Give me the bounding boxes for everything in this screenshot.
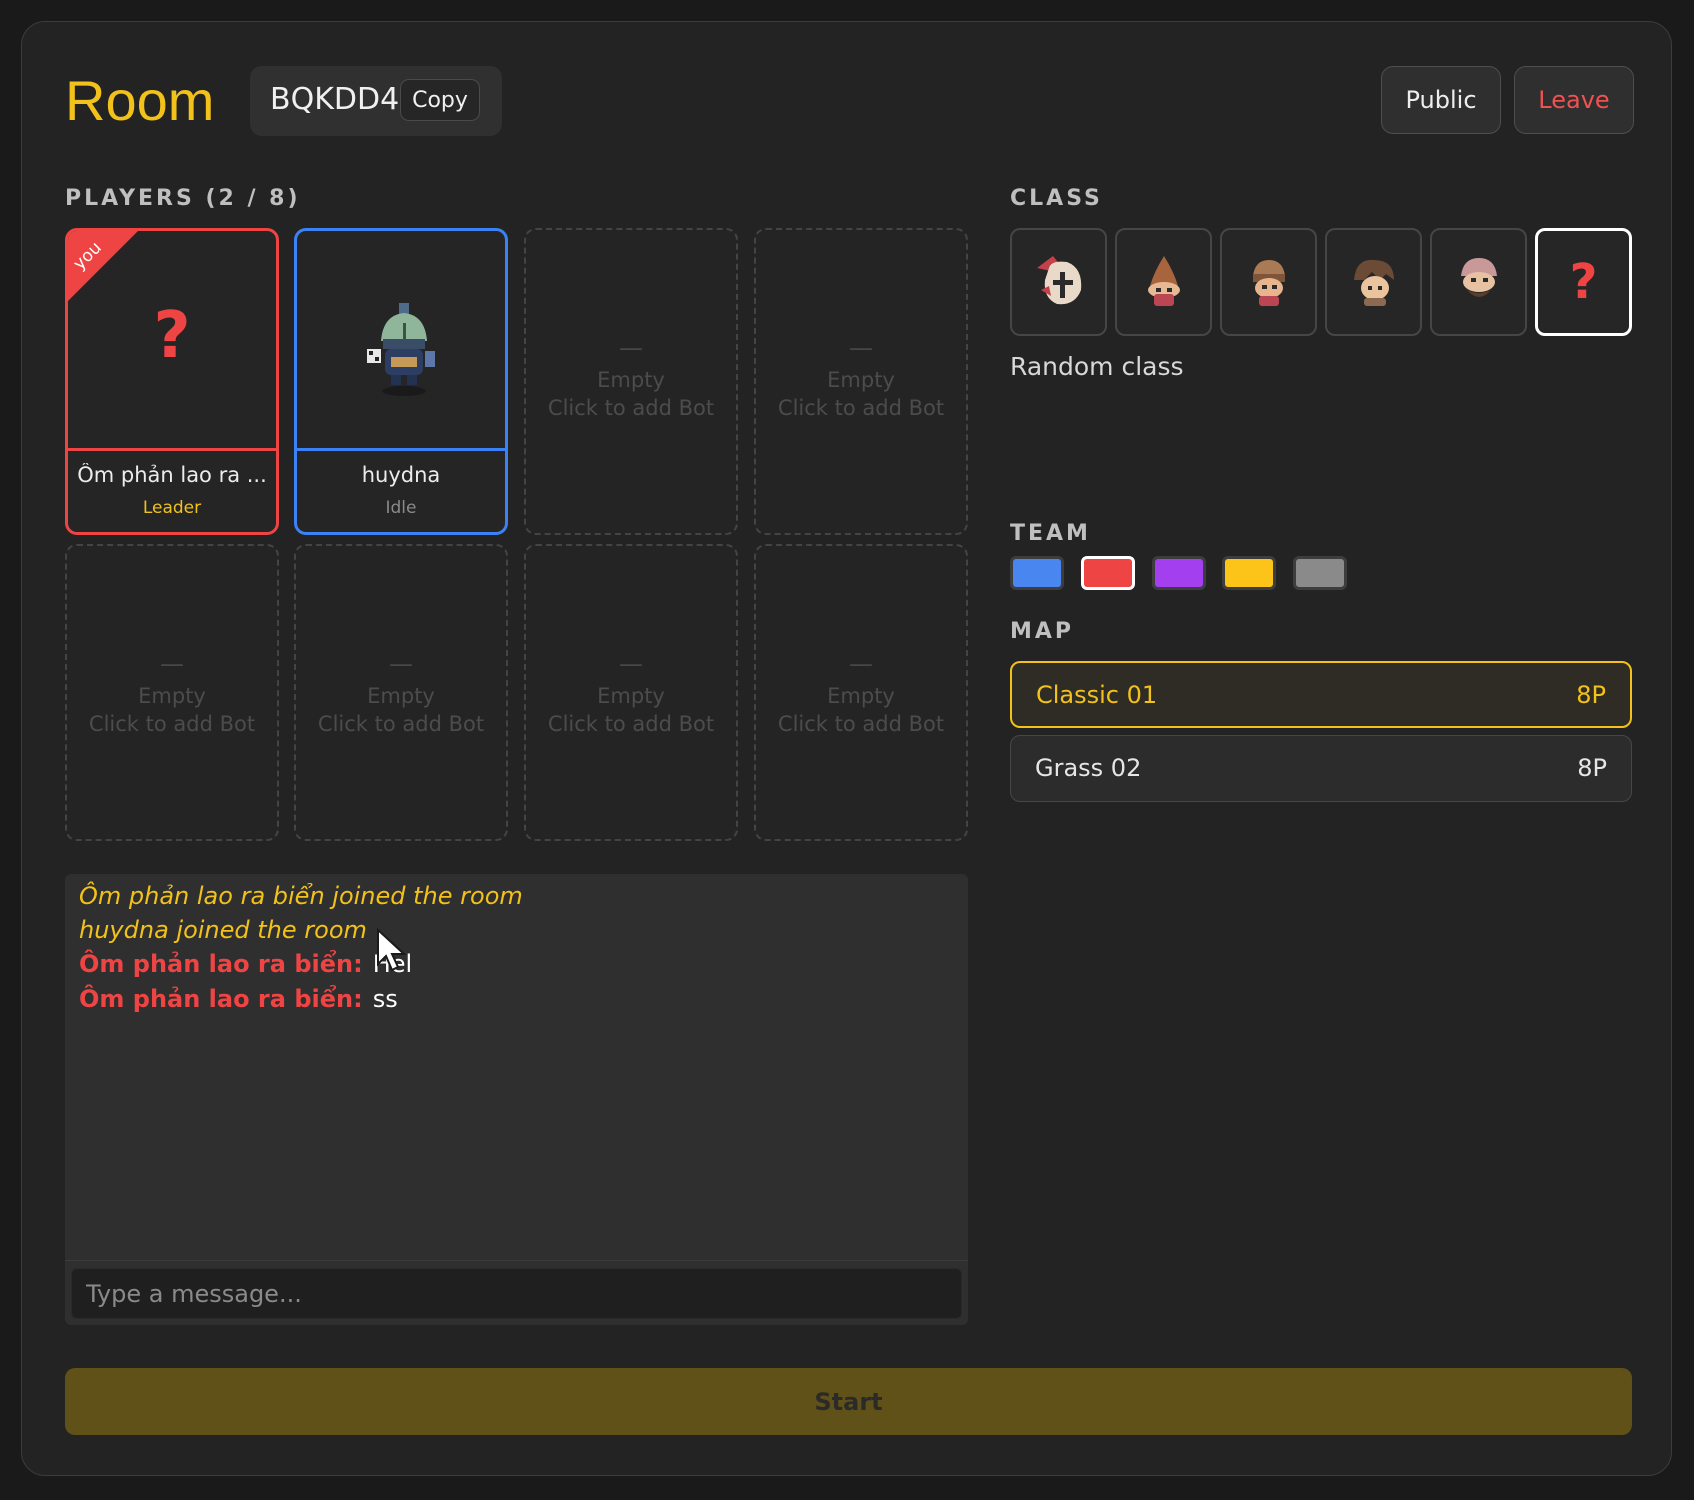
chat-divider xyxy=(65,1260,968,1261)
add-bot-hint: Click to add Bot xyxy=(88,712,256,736)
chat-message: Ôm phản lao ra biển:Hel xyxy=(79,950,412,978)
empty-slot[interactable]: — Empty Click to add Bot xyxy=(294,544,508,841)
player-avatar-area xyxy=(297,231,505,451)
empty-slot[interactable]: — Empty Click to add Bot xyxy=(65,544,279,841)
chat-author: Ôm phản lao ra biển: xyxy=(79,950,363,978)
empty-label: Empty xyxy=(367,684,435,708)
team-swatch-blue[interactable] xyxy=(1010,556,1064,590)
empty-label: Empty xyxy=(597,368,665,392)
player-name: Ôm phản lao ra ... xyxy=(77,463,267,487)
hooded-sprite-icon xyxy=(1147,256,1180,306)
map-option-grass-02[interactable]: Grass 02 8P xyxy=(1010,735,1632,802)
players-label: PLAYERS (2 / 8) xyxy=(65,186,301,211)
player-role: Leader xyxy=(142,498,202,518)
knight-sprite-icon xyxy=(367,303,435,396)
room-panel: Room BQKDD4 Copy Public Leave PLAYERS (2… xyxy=(21,21,1672,1476)
chat-panel: Ôm phản lao ra biển joined the room huyd… xyxy=(65,874,968,1325)
class-option-bearded[interactable] xyxy=(1430,228,1527,336)
empty-dash: — xyxy=(160,650,184,678)
add-bot-hint: Click to add Bot xyxy=(777,712,945,736)
question-mark-icon: ? xyxy=(153,299,191,373)
crusader-sprite-icon xyxy=(1036,256,1081,305)
question-mark-icon: ? xyxy=(1569,254,1598,310)
player-slot-you[interactable]: ? you Ôm phản lao ra ... Leader xyxy=(65,228,279,535)
you-ribbon: you xyxy=(68,231,138,301)
empty-slot[interactable]: — Empty Click to add Bot xyxy=(524,544,738,841)
player-name: huydna xyxy=(361,463,441,487)
map-option-classic-01[interactable]: Classic 01 8P xyxy=(1010,661,1632,728)
chat-system-message: huydna joined the room xyxy=(79,916,367,944)
brute-sprite-icon xyxy=(1353,259,1394,306)
chat-text: ss xyxy=(372,985,398,1013)
empty-dash: — xyxy=(849,334,873,362)
mouse-cursor-icon xyxy=(377,928,407,972)
team-swatch-yellow[interactable] xyxy=(1222,556,1276,590)
team-swatch-red[interactable] xyxy=(1081,556,1135,590)
start-button[interactable]: Start xyxy=(65,1368,1632,1435)
add-bot-hint: Click to add Bot xyxy=(547,396,715,420)
chat-message: Ôm phản lao ra biển: ss xyxy=(79,985,398,1013)
empty-label: Empty xyxy=(597,684,665,708)
chat-input[interactable] xyxy=(71,1268,962,1319)
selected-class-caption: Random class xyxy=(1010,352,1184,381)
add-bot-hint: Click to add Bot xyxy=(317,712,485,736)
copy-code-button[interactable]: Copy xyxy=(400,79,480,121)
map-name: Classic 01 xyxy=(1036,681,1158,709)
empty-label: Empty xyxy=(827,684,895,708)
empty-label: Empty xyxy=(138,684,206,708)
class-option-crusader[interactable] xyxy=(1010,228,1107,336)
room-code: BQKDD4 xyxy=(270,82,400,117)
map-player-count: 8P xyxy=(1577,754,1607,782)
empty-slot[interactable]: — Empty Click to add Bot xyxy=(524,228,738,535)
room-title: Room xyxy=(65,69,215,132)
empty-dash: — xyxy=(389,650,413,678)
class-option-brute[interactable] xyxy=(1325,228,1422,336)
player-slot-huydna[interactable]: huydna Idle xyxy=(294,228,508,535)
empty-dash: — xyxy=(619,650,643,678)
map-player-count: 8P xyxy=(1576,681,1606,709)
class-option-random[interactable]: ? xyxy=(1535,228,1632,336)
warrior-sprite-icon xyxy=(1252,260,1285,306)
class-label: CLASS xyxy=(1010,186,1103,211)
empty-slot[interactable]: — Empty Click to add Bot xyxy=(754,544,968,841)
empty-dash: — xyxy=(619,334,643,362)
empty-slot[interactable]: — Empty Click to add Bot xyxy=(754,228,968,535)
add-bot-hint: Click to add Bot xyxy=(777,396,945,420)
player-role: Idle xyxy=(385,498,417,518)
map-name: Grass 02 xyxy=(1035,754,1142,782)
room-code-box: BQKDD4 Copy xyxy=(250,66,502,136)
team-swatch-gray[interactable] xyxy=(1293,556,1347,590)
chat-author: Ôm phản lao ra biển: xyxy=(79,985,363,1013)
map-label: MAP xyxy=(1010,619,1075,644)
class-option-hooded[interactable] xyxy=(1115,228,1212,336)
class-option-warrior[interactable] xyxy=(1220,228,1317,336)
public-toggle-button[interactable]: Public xyxy=(1381,66,1501,134)
bearded-sprite-icon xyxy=(1460,258,1497,297)
chat-system-message: Ôm phản lao ra biển joined the room xyxy=(79,882,523,910)
team-label: TEAM xyxy=(1010,521,1091,546)
add-bot-hint: Click to add Bot xyxy=(547,712,715,736)
empty-dash: — xyxy=(849,650,873,678)
empty-label: Empty xyxy=(827,368,895,392)
team-swatch-purple[interactable] xyxy=(1152,556,1206,590)
leave-button[interactable]: Leave xyxy=(1514,66,1634,134)
